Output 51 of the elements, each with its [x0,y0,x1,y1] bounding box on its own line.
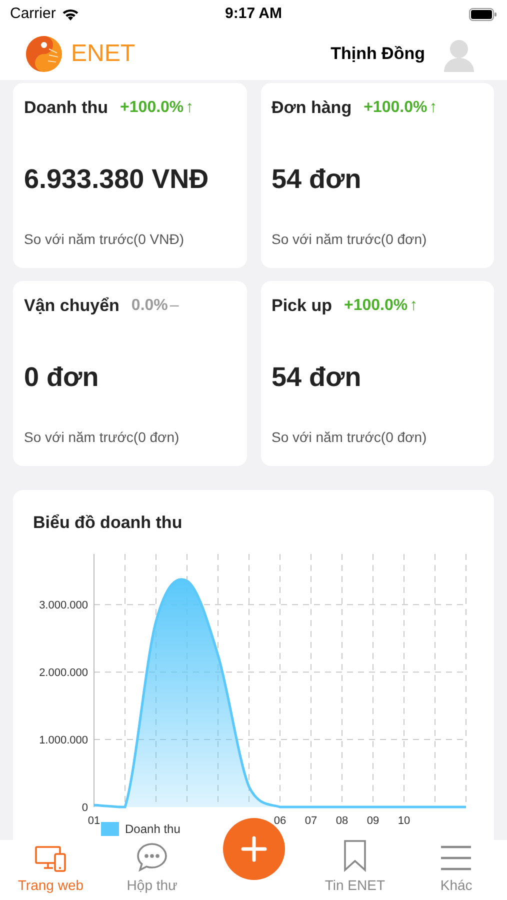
x-tick-label: 07 [304,814,318,824]
stat-change: +100.0% [344,296,408,316]
trend-arrow: – [170,296,179,316]
x-tick-label: 08 [336,814,348,824]
stat-value: 0 đơn [24,360,100,394]
tab-item[interactable]: Hộp thư [101,840,203,900]
brand-name: ENET [71,39,136,69]
user-name[interactable]: Thịnh Đồng [330,41,425,67]
chat-icon [136,842,168,872]
chart-title: Biểu đồ doanh thu [32,512,184,534]
logo-icon [25,35,63,73]
stat-title: Pick up [272,295,332,317]
legend-label: Doanh thu [125,820,180,838]
x-tick-label: 10 [398,814,410,824]
stat-comparison: So với năm trước(0 đơn) [24,428,180,447]
tab-item[interactable]: Khác [406,840,507,900]
stat-change: +100.0% [364,98,428,118]
stat-title: Vận chuyển [24,295,120,317]
stat-value: 54 đơn [272,162,362,196]
stat-comparison: So với năm trước(0 VNĐ) [24,230,185,249]
y-tick-label: 2.000.000 [39,666,88,679]
stat-value: 54 đơn [272,360,362,394]
stat-change: 0.0% [131,296,168,316]
stat-comparison: So với năm trước(0 đơn) [272,428,428,447]
x-tick-label: 01 [88,814,100,824]
stat-card[interactable]: Pick up +100.0%↑ 54 đơn So với năm trước(0 đơn) [260,281,494,466]
stat-change: +100.0% [120,98,184,118]
trend-arrow: ↑ [186,98,194,118]
stat-title: Đơn hàng [272,97,352,119]
battery-icon [469,8,497,20]
stat-value: 6.933.380 VNĐ [24,162,210,196]
stat-title: Doanh thu [24,97,108,119]
plus-icon [240,836,267,862]
stat-card[interactable]: Doanh thu +100.0%↑ 6.933.380 VNĐ So với năm trước(0 VNĐ) [13,83,246,268]
clock-time: 9:17 AM [225,4,282,24]
bookmark-icon [342,840,367,872]
wifi-icon [62,8,79,20]
trend-arrow: ↑ [429,98,438,118]
x-tick-label: 06 [274,814,286,824]
stat-card[interactable]: Vận chuyển 0.0%– 0 đơn So với năm trước(0 đơn) [13,281,246,466]
carrier-label: Carrier [10,4,56,24]
y-tick-label: 3.000.000 [39,599,88,612]
y-tick-label: 1.000.000 [39,734,88,746]
x-tick-label: 09 [366,814,380,824]
stat-card[interactable]: Đơn hàng +100.0%↑ 54 đơn So với năm trước(0 đơn) [260,83,494,268]
y-tick-label: 0 [82,802,88,814]
tab-item[interactable]: Tin ENET [304,840,406,900]
menu-icon [440,844,472,872]
devices-icon [34,846,67,872]
trend-arrow: ↑ [410,296,418,316]
stat-comparison: So với năm trước(0 đơn) [272,230,428,249]
